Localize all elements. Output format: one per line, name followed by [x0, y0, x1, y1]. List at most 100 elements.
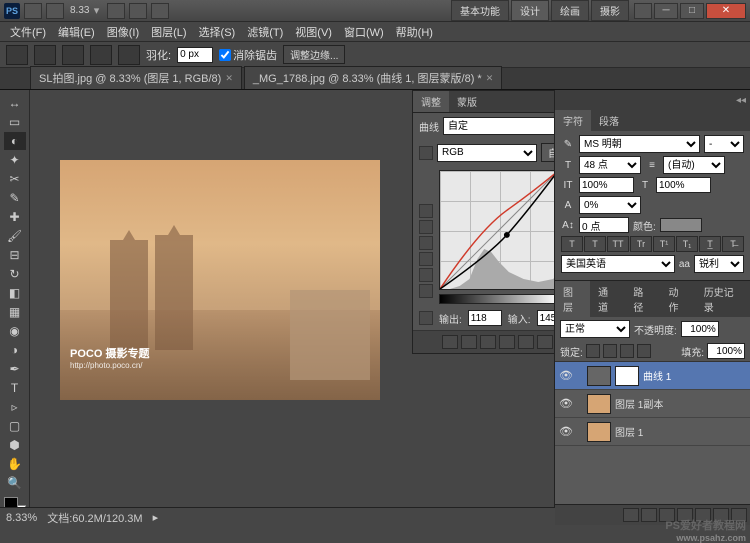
blur-tool-icon[interactable]: ◉ [4, 322, 26, 340]
heal-tool-icon[interactable]: ✚ [4, 208, 26, 226]
text-color-swatch[interactable] [660, 218, 702, 232]
mask-thumb-icon[interactable] [615, 366, 639, 386]
return-icon[interactable] [442, 335, 458, 349]
hscale-input[interactable] [656, 177, 711, 193]
italic-button[interactable]: T [584, 236, 606, 252]
curve-edit-icon[interactable] [419, 146, 433, 160]
history-tab[interactable]: 历史记录 [696, 281, 750, 317]
tracking-select[interactable]: 0% [579, 196, 641, 214]
document-tab[interactable]: _MG_1788.jpg @ 8.33% (曲线 1, 图层蒙版/8) *✕ [244, 66, 502, 89]
minimize-button[interactable]: ─ [654, 3, 678, 19]
eyedrop-black-icon[interactable] [419, 236, 433, 250]
status-zoom[interactable]: 8.33% [6, 512, 37, 524]
reset-icon[interactable] [499, 335, 515, 349]
pen-tool-icon[interactable]: ✒ [4, 360, 26, 378]
eyedrop-white-icon[interactable] [419, 268, 433, 282]
menu-file[interactable]: 文件(F) [4, 24, 52, 40]
bridge-icon[interactable] [24, 3, 42, 19]
clip-layer-icon[interactable] [518, 335, 534, 349]
status-arrow-icon[interactable]: ▸ [153, 511, 159, 524]
super-button[interactable]: T¹ [653, 236, 675, 252]
sub-button[interactable]: T₁ [676, 236, 698, 252]
aa-select[interactable]: 锐利 [694, 255, 744, 273]
layer-name[interactable]: 图层 1副本 [615, 396, 663, 411]
lock-all-icon[interactable] [637, 344, 651, 358]
mask-tab[interactable]: 蒙版 [449, 91, 485, 112]
blend-mode-select[interactable]: 正常 [560, 320, 630, 338]
menu-layer[interactable]: 图层(L) [145, 24, 192, 40]
history-brush-icon[interactable]: ↻ [4, 265, 26, 283]
zoom-tool-icon[interactable]: 🔍 [4, 474, 26, 492]
output-input[interactable] [468, 310, 502, 326]
minibridge-icon[interactable] [46, 3, 64, 19]
menu-image[interactable]: 图像(I) [101, 24, 145, 40]
font-style-select[interactable]: - [704, 135, 744, 153]
layers-tab[interactable]: 图层 [555, 281, 590, 317]
input-input[interactable] [537, 310, 554, 326]
document-canvas[interactable]: POCO 摄影专题 http://photo.poco.cn/ [60, 160, 380, 400]
auto-button[interactable]: 自动 [541, 143, 554, 162]
menu-select[interactable]: 选择(S) [193, 24, 242, 40]
type-tool-icon[interactable]: T [4, 379, 26, 397]
actions-tab[interactable]: 动作 [661, 281, 696, 317]
visibility-icon[interactable]: 👁 [559, 369, 573, 383]
eyedrop-gray-icon[interactable] [419, 252, 433, 266]
curve-draw-icon[interactable] [419, 220, 433, 234]
gradient-tool-icon[interactable]: ▦ [4, 303, 26, 321]
shape-tool-icon[interactable]: ▢ [4, 417, 26, 435]
tab-close-icon[interactable]: ✕ [225, 73, 233, 84]
clip-icon[interactable] [419, 311, 433, 325]
caps-button[interactable]: TT [607, 236, 629, 252]
hand-tool-icon[interactable]: ✋ [4, 455, 26, 473]
layer-thumb[interactable] [587, 422, 611, 442]
font-select[interactable]: MS 明朝 [579, 135, 700, 153]
maximize-button[interactable]: □ [680, 3, 704, 19]
zoom-dropdown-icon[interactable]: ▾ [89, 4, 103, 17]
menu-help[interactable]: 帮助(H) [390, 24, 439, 40]
curves-graph[interactable] [439, 170, 554, 290]
paths-tab[interactable]: 路径 [625, 281, 660, 317]
crop-tool-icon[interactable]: ✂ [4, 170, 26, 188]
selection-mode-add-icon[interactable] [62, 45, 84, 65]
view-prev-icon[interactable] [480, 335, 496, 349]
fx-icon[interactable] [641, 508, 657, 522]
fill-input[interactable] [707, 343, 745, 359]
eyedropper-tool-icon[interactable]: ✎ [4, 189, 26, 207]
layer-name[interactable]: 图层 1 [615, 424, 643, 439]
selection-mode-sub-icon[interactable] [90, 45, 112, 65]
workspace-paint[interactable]: 绘画 [551, 0, 589, 21]
workspace-photo[interactable]: 摄影 [591, 0, 629, 21]
lang-select[interactable]: 美国英语 [561, 255, 675, 273]
layer-row[interactable]: 👁 图层 1 [555, 418, 750, 446]
channel-select[interactable]: RGB [437, 144, 537, 162]
bold-button[interactable]: T [561, 236, 583, 252]
brush-tool-icon[interactable]: 🖌 [4, 227, 26, 245]
wand-tool-icon[interactable]: ✦ [4, 151, 26, 169]
close-button[interactable]: ✕ [706, 3, 746, 19]
layer-name[interactable]: 曲线 1 [643, 368, 671, 383]
underline-button[interactable]: T̲ [699, 236, 721, 252]
menu-filter[interactable]: 滤镜(T) [241, 24, 289, 40]
channels-tab[interactable]: 通道 [590, 281, 625, 317]
lock-pos-icon[interactable] [620, 344, 634, 358]
lock-trans-icon[interactable] [586, 344, 600, 358]
eraser-tool-icon[interactable]: ◧ [4, 284, 26, 302]
visibility-icon[interactable]: 👁 [559, 397, 573, 411]
workspace-design[interactable]: 设计 [511, 0, 549, 21]
size-select[interactable]: 48 点 [579, 156, 641, 174]
selection-mode-new-icon[interactable] [34, 45, 56, 65]
stamp-tool-icon[interactable]: ⊟ [4, 246, 26, 264]
visibility-icon[interactable]: 👁 [559, 425, 573, 439]
layer-row[interactable]: 👁 图层 1副本 [555, 390, 750, 418]
delete-adj-icon[interactable] [537, 335, 553, 349]
move-tool-icon[interactable]: ↔ [4, 94, 26, 112]
status-doc[interactable]: 文档:60.2M/120.3M [47, 510, 142, 526]
path-tool-icon[interactable]: ▹ [4, 398, 26, 416]
smallcaps-button[interactable]: Tr [630, 236, 652, 252]
menu-window[interactable]: 窗口(W) [338, 24, 390, 40]
leading-select[interactable]: (自动) [663, 156, 725, 174]
tab-close-icon[interactable]: ✕ [486, 73, 494, 84]
para-tab[interactable]: 段落 [591, 110, 627, 131]
layer-thumb[interactable] [587, 394, 611, 414]
search-icon[interactable] [634, 3, 652, 19]
